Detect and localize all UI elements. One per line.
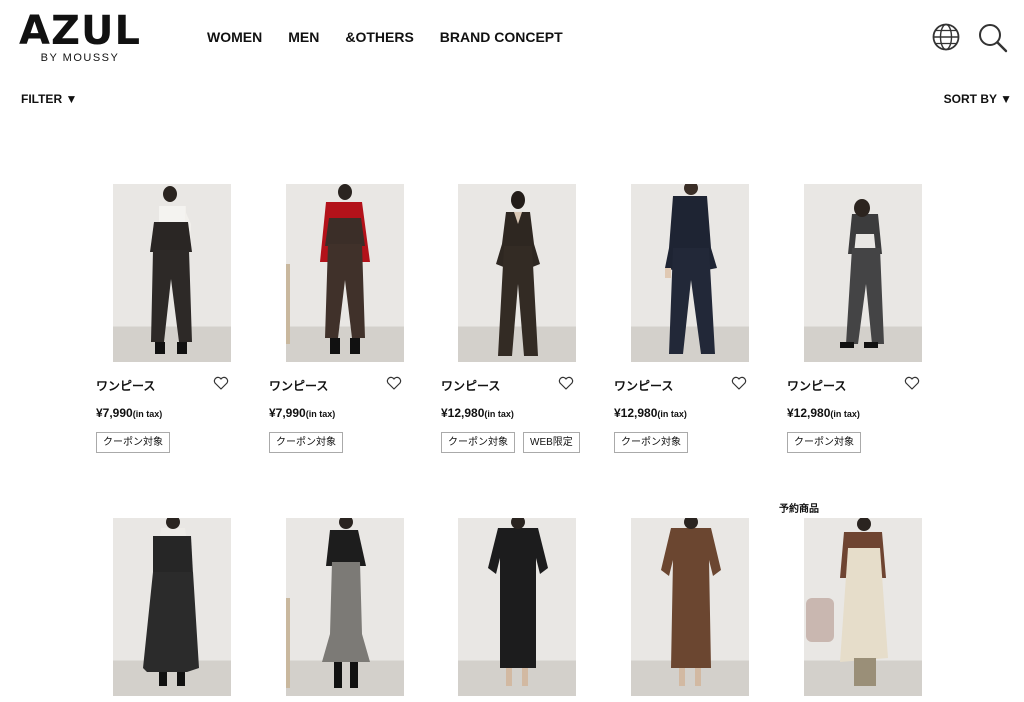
web-exclusive-badge: WEB限定 [523,432,580,453]
heart-icon[interactable] [386,375,402,391]
product-name[interactable]: ワンピース [441,377,500,394]
product-price: ¥12,980(in tax) [614,404,687,422]
badge-list: クーポン対象 [787,432,869,453]
badge-list: クーポン対象 [96,432,178,453]
product-name[interactable]: ワンピース [787,377,846,394]
badge-list: クーポン対象 [269,432,351,453]
product-name[interactable]: ワンピース [269,377,328,394]
heart-icon[interactable] [558,375,574,391]
product-image[interactable] [113,184,231,362]
price-tax-note: (in tax) [132,409,163,419]
product-image[interactable] [804,184,922,362]
coupon-badge: クーポン対象 [787,432,861,453]
product-price: ¥7,990(in tax) [96,404,162,422]
product-image[interactable] [286,184,404,362]
price-amount: ¥7,990 [96,406,133,420]
product-image[interactable] [113,518,231,696]
site-header: AZUL BY MOUSSY WOMEN MEN &OTHERS BRAND C… [0,0,1024,80]
price-tax-note: (in tax) [484,409,514,419]
product-image[interactable] [458,184,576,362]
main-nav: WOMEN MEN &OTHERS BRAND CONCEPT [207,29,589,45]
product-price: ¥12,980(in tax) [787,404,860,422]
product-name[interactable]: ワンピース [614,377,673,394]
price-tax-note: (in tax) [305,409,336,419]
price-tax-note: (in tax) [657,409,687,419]
nav-item-women[interactable]: WOMEN [207,29,262,45]
heart-icon[interactable] [213,375,229,391]
heart-icon[interactable] [731,375,747,391]
coupon-badge: クーポン対象 [614,432,688,453]
nav-item-others[interactable]: &OTHERS [345,29,413,45]
nav-item-brand-concept[interactable]: BRAND CONCEPT [440,29,563,45]
price-amount: ¥12,980 [441,406,485,420]
price-amount: ¥12,980 [614,406,658,420]
heart-icon[interactable] [904,375,920,391]
filter-button[interactable]: FILTER ▼ [21,92,77,106]
coupon-badge: クーポン対象 [269,432,343,453]
nav-item-men[interactable]: MEN [288,29,319,45]
badge-list: クーポン対象 WEB限定 [441,432,588,453]
product-image[interactable] [631,518,749,696]
product-image[interactable] [804,518,922,696]
brand-name: AZUL [19,8,141,54]
product-name[interactable]: ワンピース [96,377,155,394]
brand-logo[interactable]: AZUL BY MOUSSY [16,10,144,64]
product-image[interactable] [286,518,404,696]
sort-by-button[interactable]: SORT BY ▼ [944,92,1012,106]
badge-list: クーポン対象 [614,432,696,453]
price-amount: ¥7,990 [269,406,306,420]
coupon-badge: クーポン対象 [441,432,515,453]
product-price: ¥7,990(in tax) [269,404,335,422]
product-price: ¥12,980(in tax) [441,404,514,422]
preorder-label: 予約商品 [779,504,819,515]
coupon-badge: クーポン対象 [96,432,170,453]
price-tax-note: (in tax) [830,409,860,419]
product-image[interactable] [631,184,749,362]
product-image[interactable] [458,518,576,696]
price-amount: ¥12,980 [787,406,831,420]
globe-icon[interactable] [931,22,961,52]
search-icon[interactable] [977,22,1009,54]
